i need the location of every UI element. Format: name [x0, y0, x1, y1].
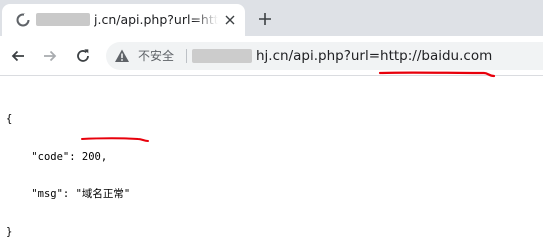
redacted-url-blur — [192, 49, 252, 63]
reload-icon[interactable] — [75, 48, 91, 64]
json-key-code: "code" — [31, 150, 70, 163]
warning-triangle-icon[interactable] — [114, 48, 130, 64]
url-text[interactable]: hj.cn/api.php?url=http://baidu.com — [256, 47, 492, 65]
forward-arrow-icon[interactable] — [42, 48, 58, 64]
globe-loading-icon — [16, 13, 30, 27]
json-response: { "code": 200, "msg": "域名正常" } — [6, 88, 130, 251]
json-value-msg: "域名正常" — [75, 188, 131, 200]
browser-tab[interactable]: j.cn/api.php?url=htt — [2, 4, 245, 36]
msg-underline-annotation — [81, 137, 149, 142]
omnibox-divider — [186, 49, 187, 63]
plus-icon[interactable] — [258, 12, 272, 26]
url-underline-annotation — [378, 71, 496, 78]
security-status-label[interactable]: 不安全 — [138, 48, 174, 64]
tab-title: j.cn/api.php?url=htt — [94, 12, 218, 27]
json-msg-line: "msg": "域名正常" — [31, 188, 131, 200]
json-code-line: "code": 200, — [31, 150, 108, 163]
redacted-domain-blur — [36, 13, 90, 26]
json-value-code: 200, — [81, 150, 108, 163]
back-arrow-icon[interactable] — [10, 48, 26, 64]
json-open-brace: { — [6, 113, 13, 125]
tab-strip: j.cn/api.php?url=htt — [0, 0, 543, 36]
json-close-brace: } — [6, 225, 13, 238]
json-key-msg: "msg" — [31, 188, 63, 200]
close-icon[interactable] — [224, 14, 236, 26]
